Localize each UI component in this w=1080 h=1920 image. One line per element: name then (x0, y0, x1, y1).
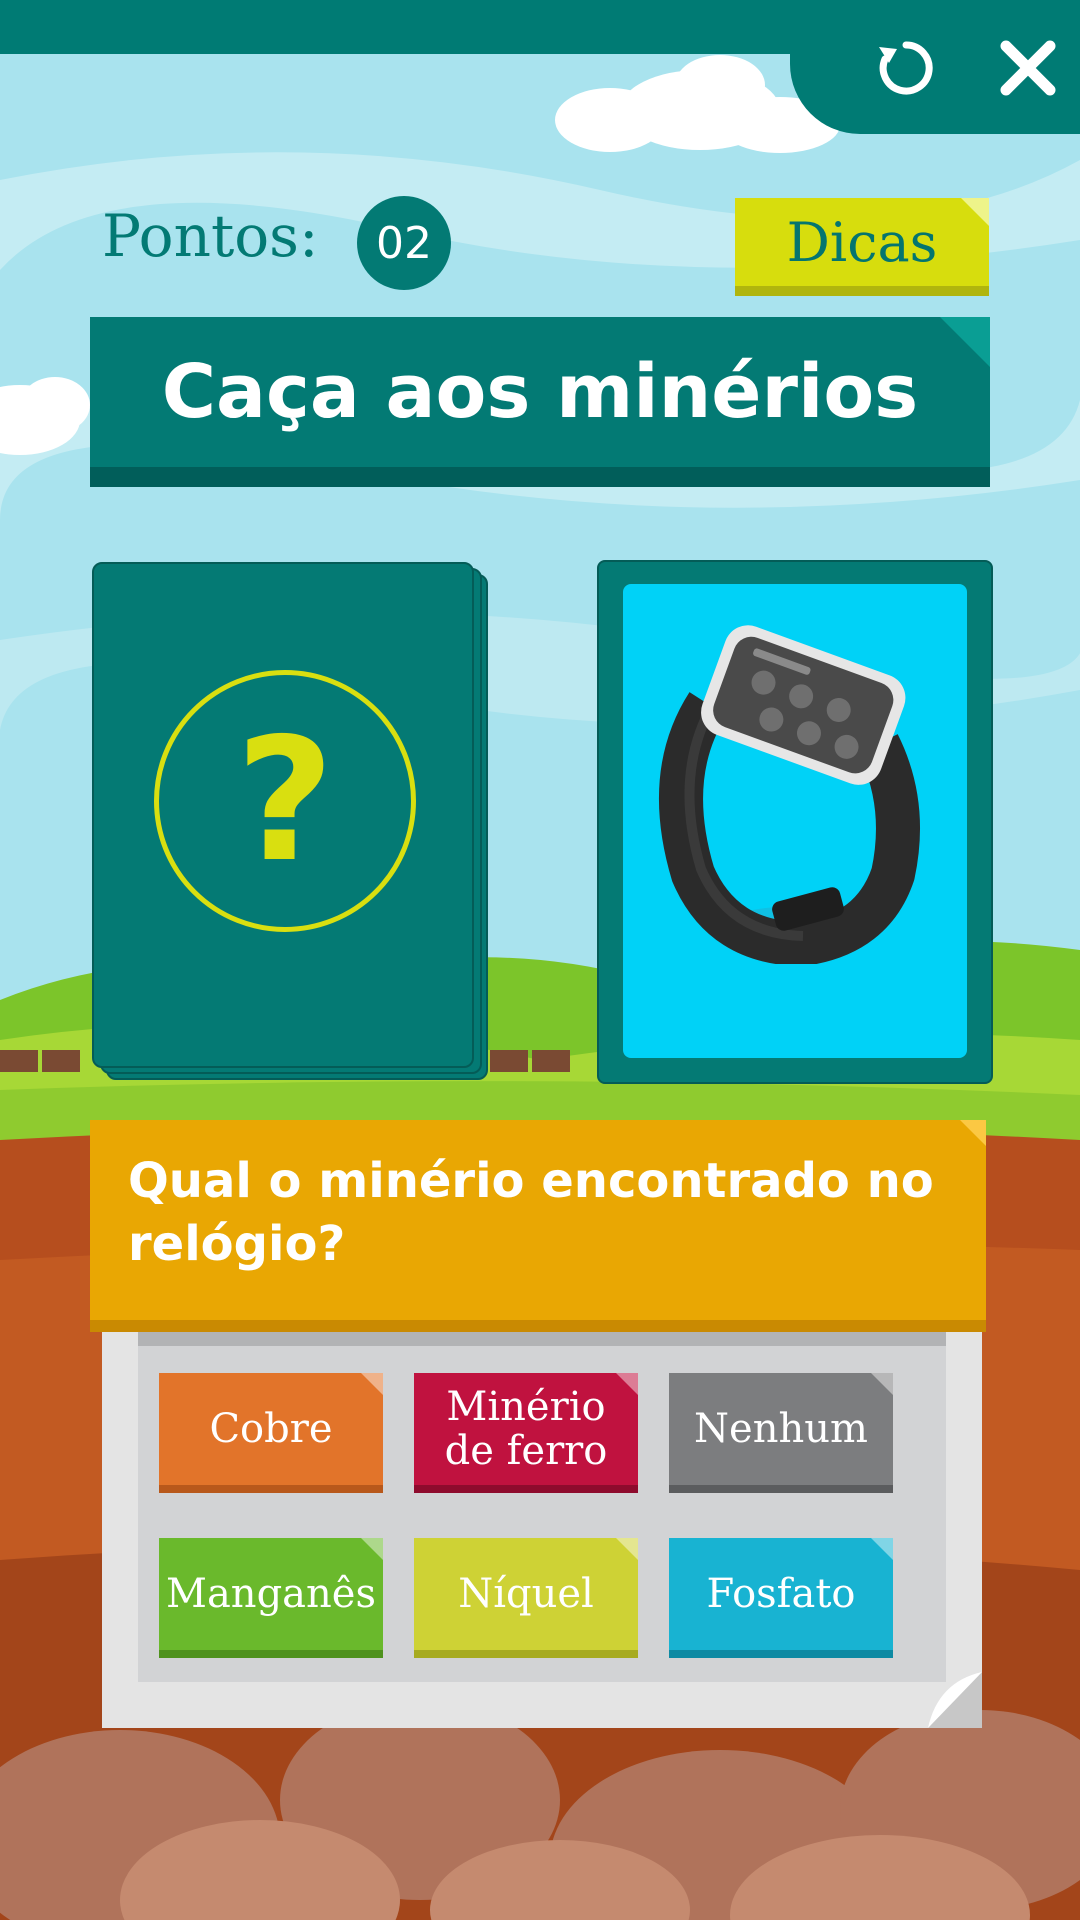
object-card (597, 560, 993, 1084)
close-icon (1000, 40, 1056, 96)
option-fosfato[interactable]: Fosfato (669, 1538, 893, 1650)
mystery-card-deck[interactable]: ? (92, 562, 474, 1068)
restart-icon (879, 41, 933, 95)
option-minerio-de-ferro[interactable]: Minério de ferro (414, 1373, 638, 1485)
option-nenhum[interactable]: Nenhum (669, 1373, 893, 1485)
close-button[interactable] (988, 28, 1068, 108)
option-cobre[interactable]: Cobre (159, 1373, 383, 1485)
question-mark-icon: ? (154, 670, 416, 932)
smartwatch-icon (659, 625, 920, 964)
score-label: Pontos: (102, 202, 319, 270)
question-text: Qual o minério encontrado no relógio? (128, 1153, 934, 1272)
game-title: Caça aos minérios (90, 317, 990, 467)
option-niquel[interactable]: Níquel (414, 1538, 638, 1650)
object-card-face (623, 584, 967, 1058)
question-box: Qual o minério encontrado no relógio? (90, 1120, 986, 1320)
restart-button[interactable] (866, 28, 946, 108)
score-badge: 02 (357, 196, 451, 290)
page-curl-icon (928, 1672, 982, 1728)
option-manganes[interactable]: Manganês (159, 1538, 383, 1650)
tips-button[interactable]: Dicas (735, 198, 989, 286)
